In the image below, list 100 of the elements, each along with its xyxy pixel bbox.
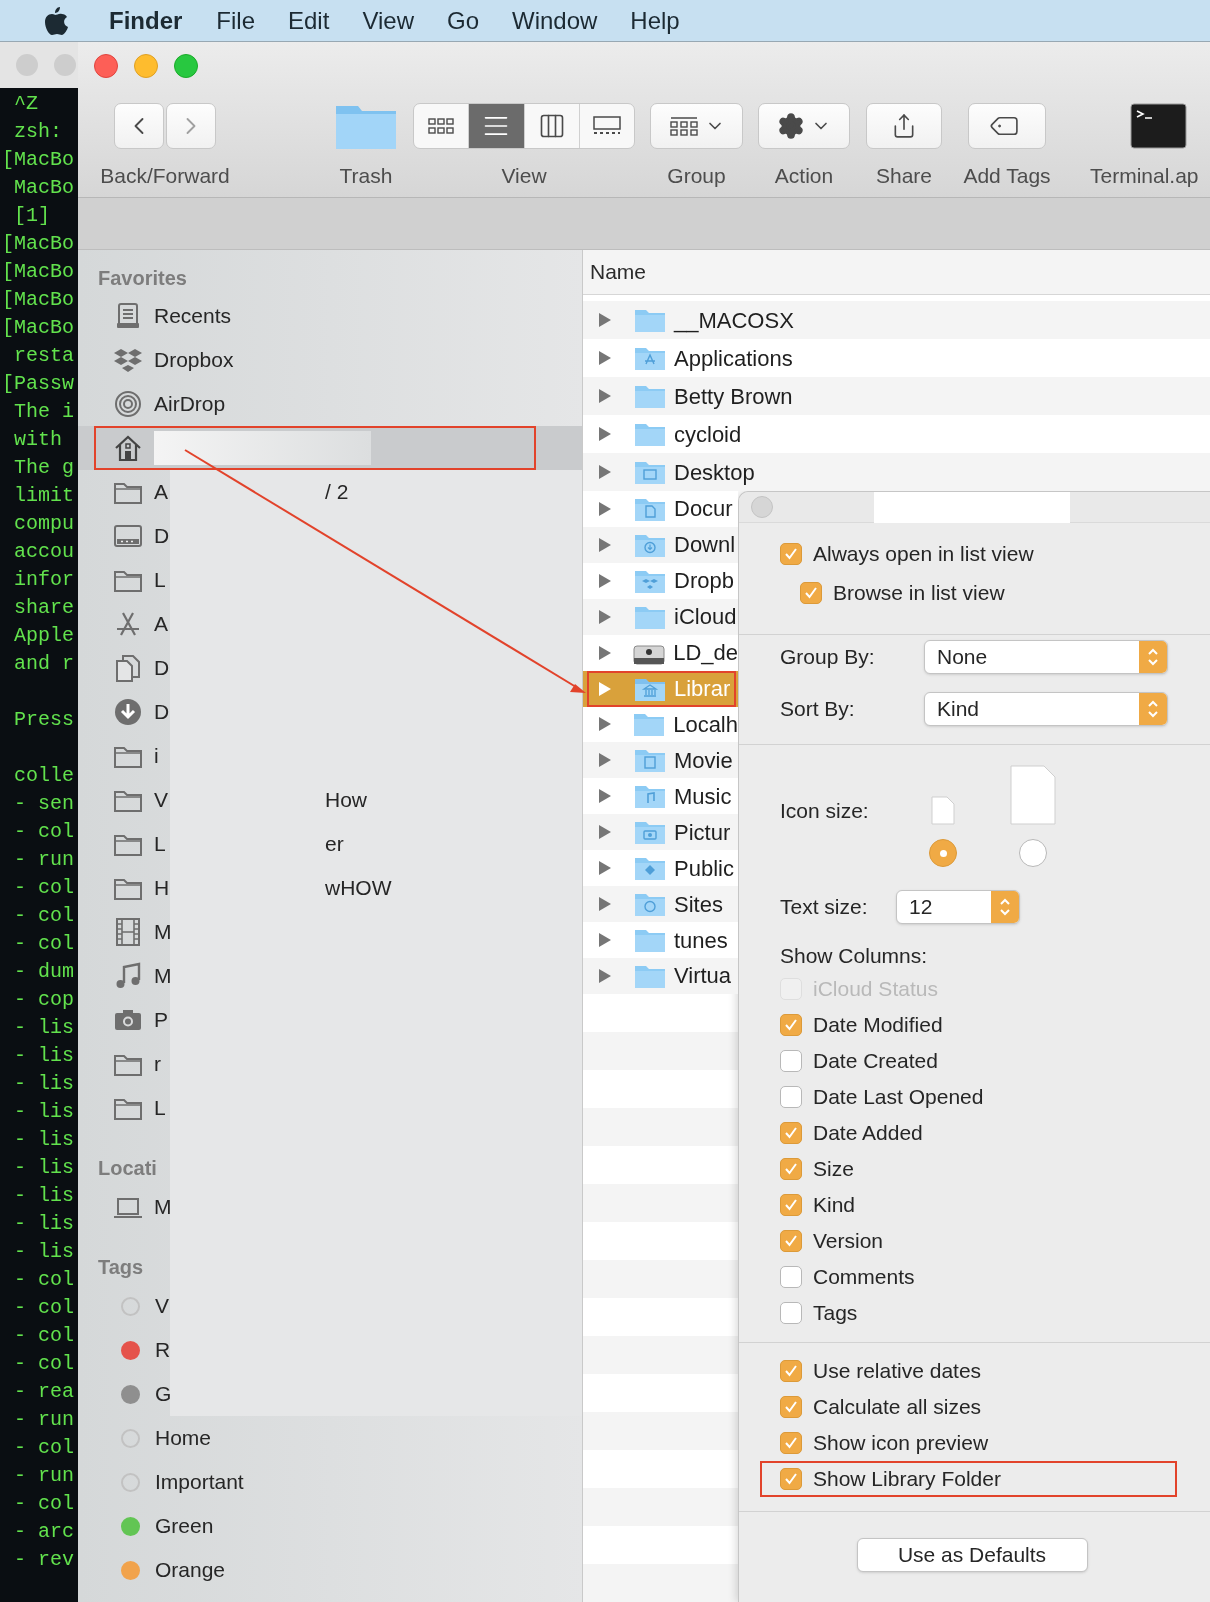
checkbox[interactable]	[780, 1302, 802, 1324]
radio-button[interactable]	[1019, 839, 1047, 867]
zoom-button[interactable]	[174, 54, 198, 78]
tag-item[interactable]: Important	[78, 1460, 582, 1504]
disclosure-triangle-icon[interactable]	[598, 896, 612, 913]
tag-item[interactable]: Green	[78, 1504, 582, 1548]
tag-item[interactable]: Orange	[78, 1548, 582, 1592]
option-row[interactable]: Browse in list view	[800, 574, 1169, 612]
sidebar-item[interactable]: A	[78, 602, 170, 646]
disclosure-triangle-icon[interactable]	[598, 312, 612, 328]
checkbox[interactable]	[780, 1194, 802, 1216]
disclosure-triangle-icon[interactable]	[598, 967, 612, 984]
file-row[interactable]: Betty Brown	[583, 377, 1210, 415]
sidebar-item[interactable]: M	[78, 954, 170, 998]
sidebar-item[interactable]: L	[78, 558, 170, 602]
tag-item[interactable]: V	[78, 1284, 170, 1328]
menu-item[interactable]: Go	[446, 2, 479, 39]
file-row[interactable]: Virtua	[583, 958, 738, 994]
disclosure-triangle-icon[interactable]	[598, 752, 612, 769]
disclosure-triangle-icon[interactable]	[598, 464, 612, 480]
sidebar-item[interactable]: D	[78, 646, 170, 690]
tag-item[interactable]: R	[78, 1328, 170, 1372]
close-button[interactable]	[94, 54, 118, 78]
option-label: Tags	[813, 1300, 858, 1327]
menu-item[interactable]: Edit	[288, 2, 330, 39]
disclosure-triangle-icon[interactable]	[598, 536, 612, 553]
sort-by-select[interactable]: Kind	[924, 692, 1168, 726]
option-row[interactable]: Always open in list view	[780, 535, 1169, 573]
sidebar-item[interactable]: L	[78, 1086, 170, 1130]
checkbox[interactable]	[780, 1432, 802, 1454]
action-button[interactable]	[758, 103, 850, 149]
column-header[interactable]: Name	[590, 256, 647, 288]
disclosure-triangle-icon[interactable]	[598, 388, 612, 404]
disclosure-triangle-icon[interactable]	[598, 716, 612, 733]
sidebar-item[interactable]: r	[78, 1042, 170, 1086]
sidebar-item[interactable]: i	[78, 734, 170, 778]
disclosure-triangle-icon[interactable]	[598, 426, 612, 442]
sidebar-item[interactable]: D	[78, 690, 170, 734]
menu-item[interactable]: Help	[630, 2, 680, 39]
disclosure-triangle-icon[interactable]	[598, 824, 612, 841]
sidebar-item[interactable]: M	[78, 1185, 170, 1229]
checkbox[interactable]	[780, 1086, 802, 1108]
checkbox[interactable]	[780, 1122, 802, 1144]
disclosure-triangle-icon[interactable]	[598, 644, 612, 661]
sidebar-item[interactable]: L	[78, 822, 170, 866]
sidebar-item[interactable]: Recents	[78, 294, 582, 338]
sidebar-item[interactable]: P	[78, 998, 170, 1042]
checkbox[interactable]	[780, 1158, 802, 1180]
checkbox[interactable]	[780, 1050, 802, 1072]
group-by-select[interactable]: None	[924, 640, 1168, 674]
file-row[interactable]: __MACOSX	[583, 301, 1210, 339]
option-row[interactable]: Show Library Folder	[760, 1461, 1177, 1497]
option-row[interactable]: Calculate all sizes	[760, 1389, 1177, 1425]
group-button[interactable]	[650, 103, 743, 149]
menu-item[interactable]: File	[216, 2, 255, 39]
disclosure-triangle-icon[interactable]	[598, 788, 612, 805]
checkbox[interactable]	[780, 1396, 802, 1418]
option-row[interactable]: Show icon preview	[760, 1425, 1177, 1461]
sidebar-item[interactable]: V	[78, 778, 170, 822]
checkbox[interactable]	[780, 1014, 802, 1036]
disclosure-triangle-icon[interactable]	[598, 572, 612, 589]
sidebar-item[interactable]: Dropbox	[78, 338, 582, 382]
sidebar-item[interactable]: M	[78, 910, 170, 954]
checkbox[interactable]	[780, 1360, 802, 1382]
file-row[interactable]: Sites	[583, 886, 738, 923]
file-row[interactable]: iCloud	[583, 598, 738, 635]
tag-item[interactable]: Home	[78, 1416, 582, 1460]
radio-button[interactable]	[929, 839, 957, 867]
file-row[interactable]: Desktop	[583, 453, 1210, 491]
toolbar-label: Group	[667, 164, 726, 188]
sidebar-item[interactable]: AirDrop	[78, 382, 582, 426]
checkbox[interactable]	[780, 1468, 802, 1490]
menu-item[interactable]: View	[362, 2, 414, 39]
file-row[interactable]: Downl	[583, 526, 738, 563]
back-button[interactable]	[114, 103, 164, 149]
sidebar-item[interactable]: A	[78, 470, 170, 514]
menu-item[interactable]: Window	[512, 2, 598, 39]
disclosure-triangle-icon[interactable]	[598, 350, 612, 366]
sidebar-item[interactable]: H	[78, 866, 170, 910]
text-size-select[interactable]: 12	[896, 890, 1020, 924]
checkbox[interactable]	[800, 582, 822, 604]
share-button[interactable]	[866, 103, 942, 149]
menu-app-name[interactable]: Finder	[109, 2, 183, 39]
disclosure-triangle-icon[interactable]	[598, 608, 612, 625]
use-as-defaults-button[interactable]: Use as Defaults	[856, 1538, 1088, 1572]
terminal-icon[interactable]	[1130, 103, 1187, 149]
view-mode-button[interactable]	[469, 104, 525, 148]
option-row[interactable]: Use relative dates	[760, 1353, 1177, 1389]
checkbox[interactable]	[780, 1230, 802, 1252]
add-tags-button[interactable]	[968, 103, 1046, 149]
disclosure-triangle-icon[interactable]	[598, 932, 612, 948]
disclosure-triangle-icon[interactable]	[598, 860, 612, 877]
disclosure-triangle-icon[interactable]	[598, 500, 612, 517]
checkbox[interactable]	[780, 1266, 802, 1288]
file-row[interactable]: Pictur	[583, 814, 738, 851]
disclosure-triangle-icon[interactable]	[598, 680, 612, 697]
file-row[interactable]: Movie	[583, 742, 738, 779]
tag-item[interactable]: G	[78, 1372, 170, 1416]
sidebar-item[interactable]: D	[78, 514, 170, 558]
checkbox[interactable]	[780, 543, 802, 565]
